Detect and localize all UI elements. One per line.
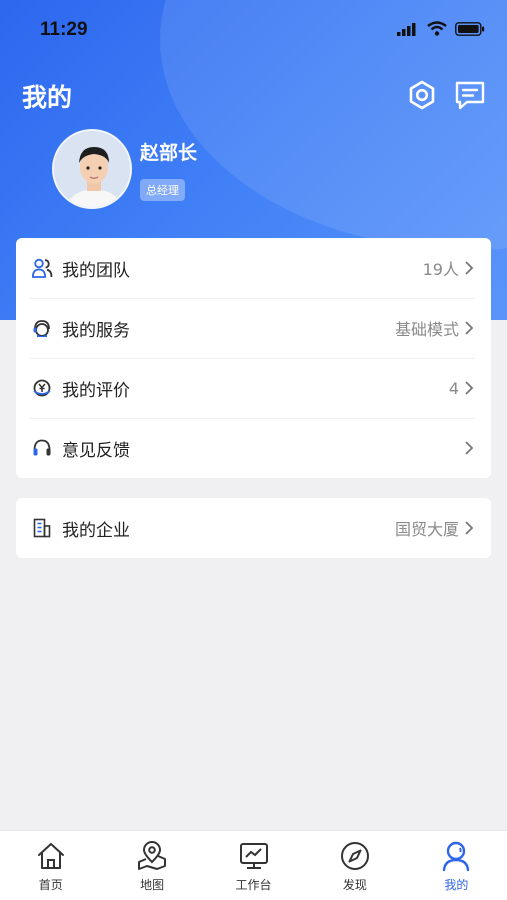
chevron-right-icon [465,261,474,275]
menu-item-company[interactable]: 我的企业 国贸大厦 [16,498,491,558]
status-bar: 11:29 [0,0,507,62]
tab-label: 工作台 [235,878,272,892]
tab-workbench[interactable]: 工作台 [203,831,304,900]
menu-card-main: 我的团队 19人 我的服务 基础模式 我的评价 4 意见反馈 [16,238,491,478]
workbench-icon [237,839,271,873]
service-icon [30,316,54,340]
chevron-right-icon [465,441,474,455]
message-icon[interactable] [453,78,487,112]
tab-label: 首页 [38,878,63,892]
menu-item-rating[interactable]: 我的评价 4 [16,358,491,418]
menu-item-team[interactable]: 我的团队 19人 [16,238,491,298]
bottom-tab-bar: 首页 地图 工作台 发现 我的 [0,830,507,900]
building-icon [30,516,54,540]
compass-icon [338,839,372,873]
rating-count: 4 [448,378,459,398]
home-icon [34,839,68,873]
tab-discover[interactable]: 发现 [304,831,405,900]
team-count: 19人 [422,260,459,279]
menu-item-label: 意见反馈 [62,440,130,461]
user-name: 赵部长 [140,142,198,164]
chevron-right-icon [465,521,474,535]
tab-label: 发现 [342,878,367,892]
chevron-right-icon [465,321,474,335]
avatar[interactable] [52,129,132,209]
role-badge: 总经理 [140,179,185,201]
signal-icon [397,22,416,36]
rating-icon [30,376,54,400]
header-actions [405,78,487,112]
status-time: 11:29 [40,19,88,40]
status-icons [397,21,485,36]
team-icon [30,256,54,280]
settings-icon[interactable] [405,78,439,112]
menu-item-label: 我的团队 [62,260,130,281]
user-icon [439,839,473,873]
menu-item-label: 我的服务 [62,320,130,341]
chevron-right-icon [465,381,474,395]
tab-label: 我的 [444,878,469,892]
menu-card-company: 我的企业 国贸大厦 [16,498,491,558]
tab-label: 地图 [140,878,165,892]
tab-mine[interactable]: 我的 [406,831,507,900]
menu-item-label: 我的企业 [62,520,130,541]
page-title: 我的 [22,83,73,112]
menu-item-feedback[interactable]: 意见反馈 [16,418,491,478]
menu-item-service[interactable]: 我的服务 基础模式 [16,298,491,358]
menu-item-label: 我的评价 [62,380,130,401]
tab-home[interactable]: 首页 [0,831,101,900]
tab-map[interactable]: 地图 [101,831,202,900]
battery-icon [455,21,485,36]
map-icon [135,839,169,873]
headset-icon [30,436,54,460]
wifi-icon [427,21,447,36]
service-mode: 基础模式 [394,320,459,339]
company-name: 国贸大厦 [394,520,459,539]
